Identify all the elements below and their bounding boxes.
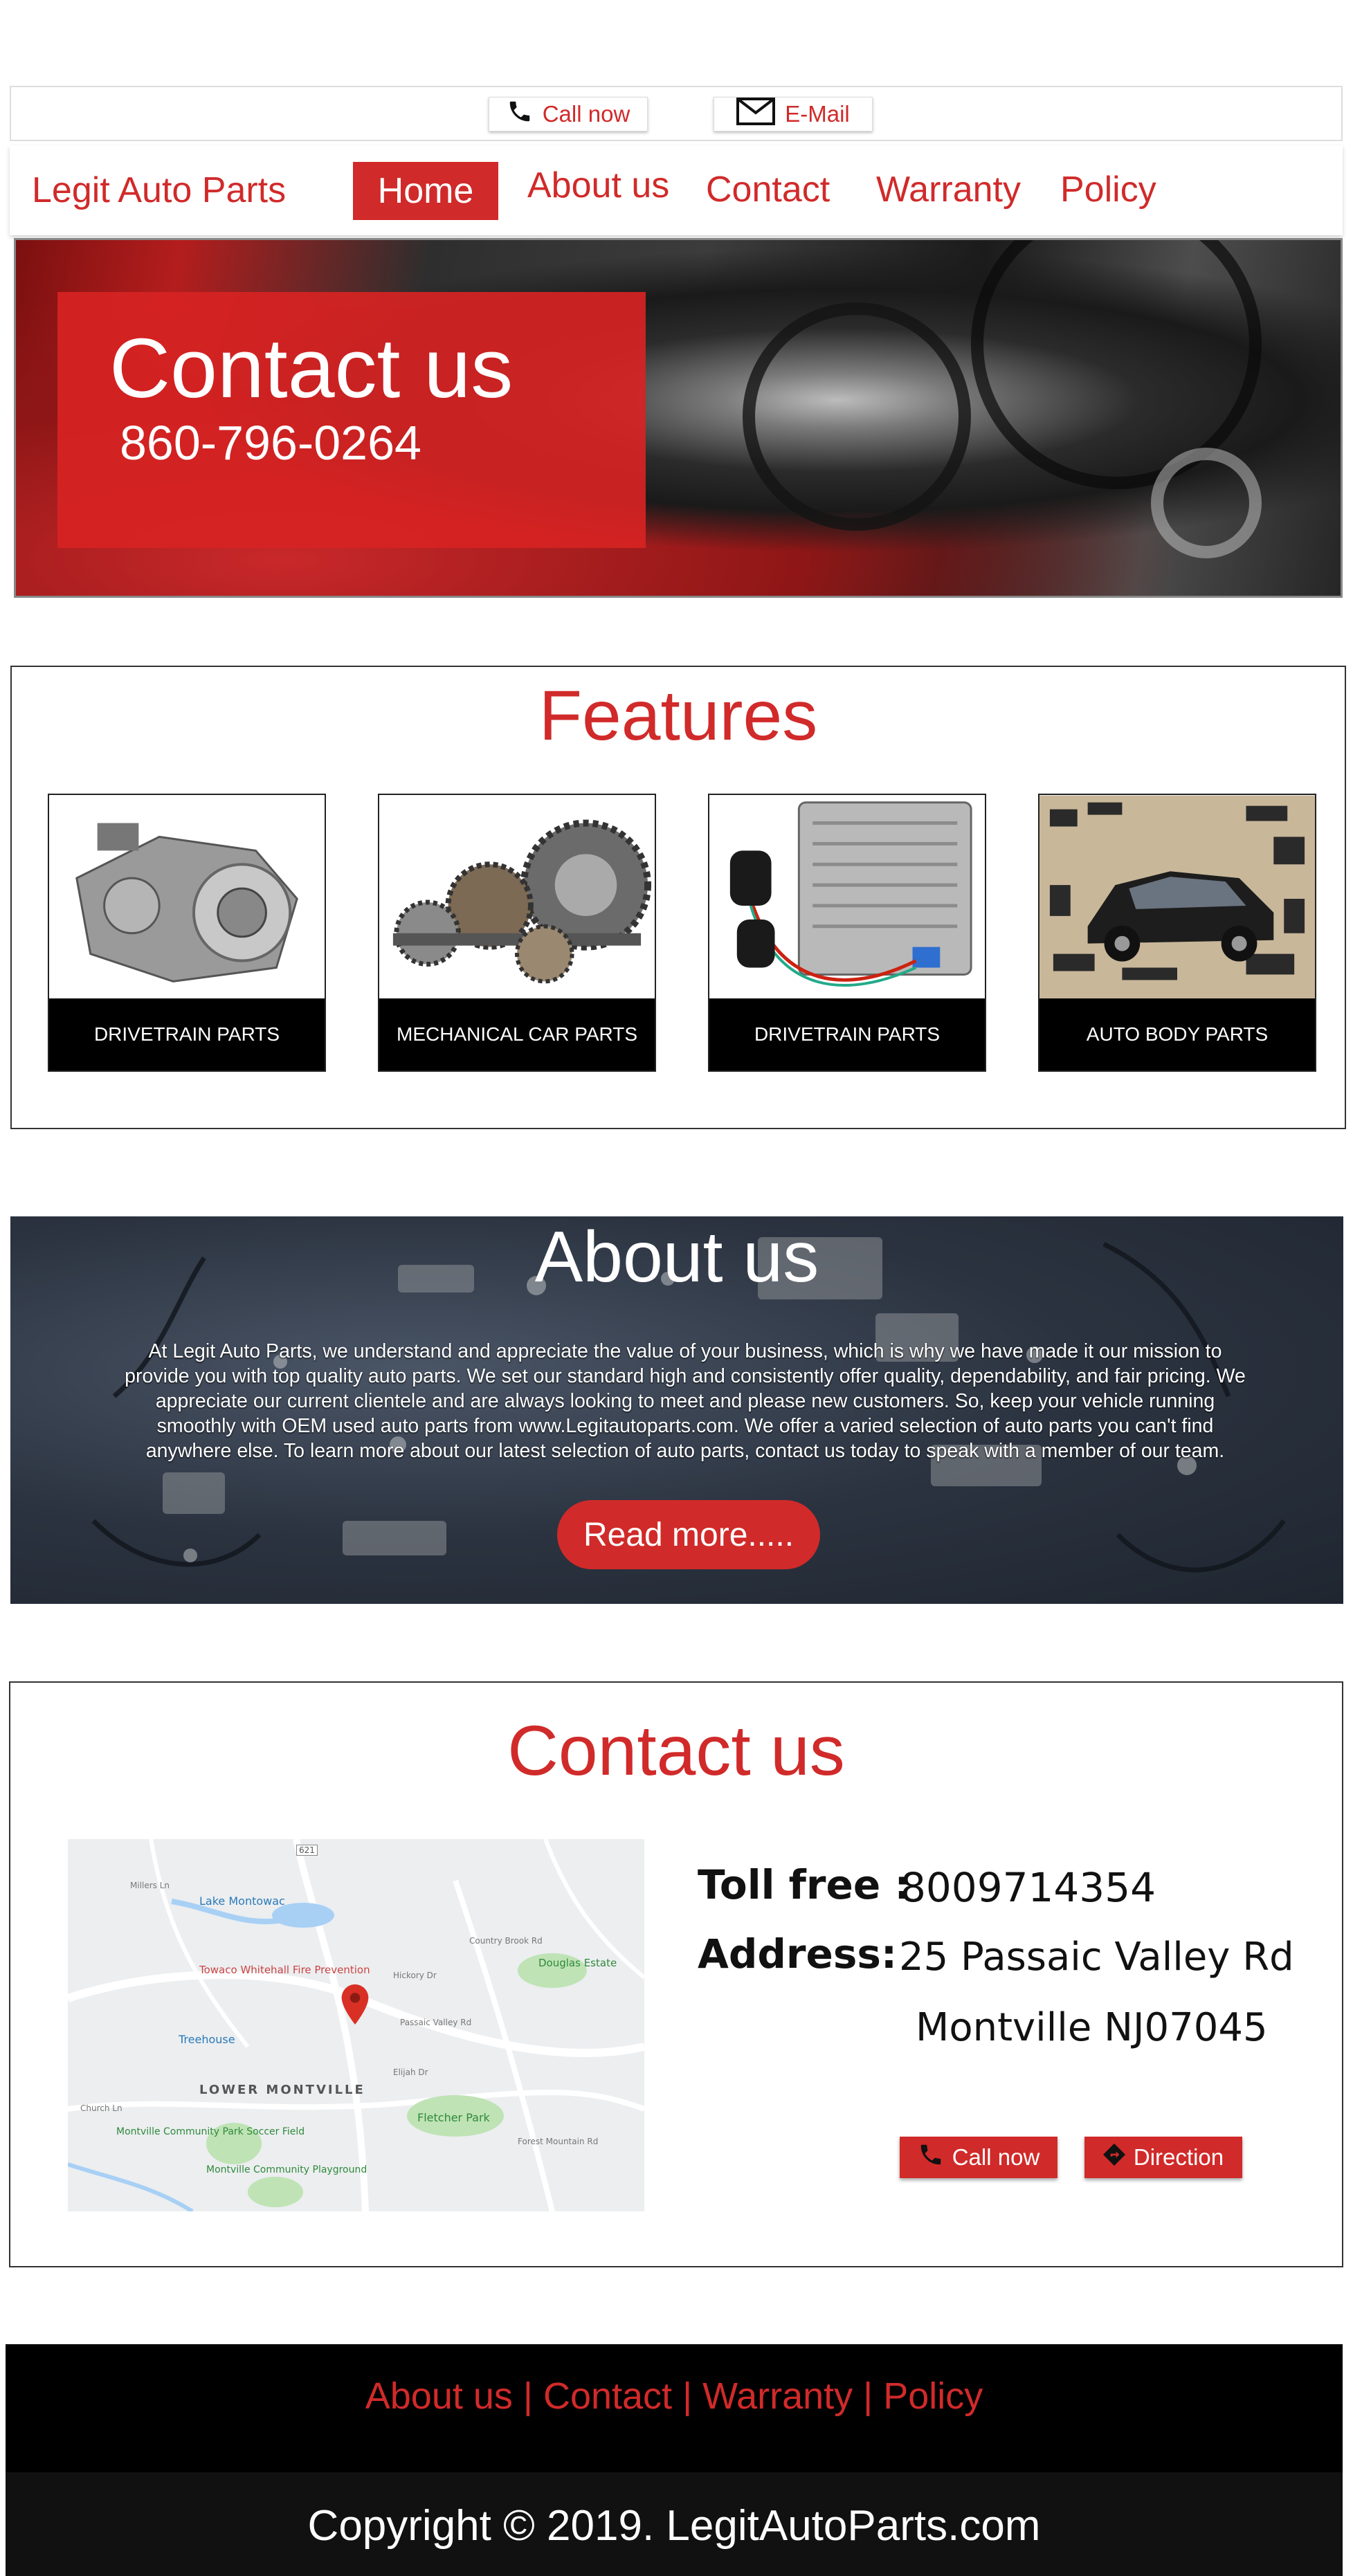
brand-logo-text[interactable]: Legit Auto Parts: [32, 170, 286, 211]
hero-phone[interactable]: 860-796-0264: [120, 415, 421, 471]
map-label-treehouse: Treehouse: [179, 2033, 235, 2046]
map-road-label: Church Ln: [80, 2103, 122, 2113]
contact-title: Contact us: [507, 1711, 845, 1790]
footer-link-policy[interactable]: Policy: [883, 2375, 983, 2417]
nav-item-warranty[interactable]: Warranty: [876, 169, 1021, 210]
map-label-fire-station: Towaco Whitehall Fire Prevention: [199, 1964, 370, 1976]
address-line-1: 25 Passaic Valley Rd: [899, 1935, 1294, 1980]
footer-link-contact[interactable]: Contact: [543, 2375, 672, 2417]
engine-part-shape: [743, 302, 971, 531]
footer-separator: |: [672, 2375, 703, 2417]
ignition-module-image: [709, 795, 985, 1001]
phone-icon: [918, 2141, 944, 2173]
top-call-label: Call now: [542, 101, 630, 127]
contact-call-button[interactable]: Call now: [900, 2137, 1057, 2178]
direction-sign-icon: [1102, 2143, 1125, 2171]
map-road-label: Elijah Dr: [393, 2067, 428, 2077]
features-title: Features: [538, 676, 818, 755]
transmission-image: [49, 795, 325, 1001]
hero-banner: Contact us 860-796-0264: [14, 238, 1343, 598]
map-road-label: Forest Mountain Rd: [518, 2137, 599, 2146]
radiator-cap-shape: [1151, 448, 1262, 558]
direction-button[interactable]: Direction: [1084, 2137, 1242, 2178]
footer-separator: |: [853, 2375, 884, 2417]
feature-card[interactable]: DRIVETRAIN PARTS: [48, 794, 326, 1072]
map-road-label: Hickory Dr: [393, 1971, 437, 1980]
nav-item-policy[interactable]: Policy: [1060, 169, 1156, 210]
direction-label: Direction: [1133, 2144, 1224, 2170]
address-line-2: Montville NJ07045: [916, 2005, 1268, 2050]
gears-image: [379, 795, 655, 1001]
features-section: Features DRIVETRAIN PARTS MECHANICAL CAR…: [10, 666, 1346, 1129]
footer-separator: |: [512, 2375, 543, 2417]
footer-copyright-bar: Copyright © 2019. LegitAutoParts.com: [6, 2472, 1343, 2576]
nav-item-contact[interactable]: Contact: [706, 169, 830, 210]
footer-links-bar: About us | Contact | Warranty | Policy: [6, 2344, 1343, 2472]
main-navigation: Legit Auto Parts Home About us Contact W…: [10, 145, 1343, 235]
route-badge: 621: [296, 1845, 318, 1856]
read-more-button[interactable]: Read more.....: [557, 1500, 820, 1569]
location-map[interactable]: Lake Montowac Towaco Whitehall Fire Prev…: [68, 1839, 644, 2211]
map-label-soccer-field: Montville Community Park Soccer Field: [116, 2126, 305, 2137]
feature-caption: AUTO BODY PARTS: [1039, 998, 1315, 1070]
contact-section: Contact us Lake Montowac Towaco Whitehal…: [9, 1681, 1343, 2267]
map-label-playground: Montville Community Playground: [206, 2164, 367, 2175]
footer-link-warranty[interactable]: Warranty: [702, 2375, 853, 2417]
toll-free-number[interactable]: 8009714354: [900, 1864, 1156, 1911]
map-road-label: Millers Ln: [130, 1881, 170, 1890]
map-road-label: Passaic Valley Rd: [400, 2018, 472, 2027]
address-label: Address:: [698, 1930, 898, 1977]
toll-free-label: Toll free :: [698, 1861, 911, 1908]
map-road-label: Country Brook Rd: [469, 1936, 543, 1946]
feature-caption: DRIVETRAIN PARTS: [49, 998, 325, 1070]
copyright-text: Copyright © 2019. LegitAutoParts.com: [307, 2502, 1041, 2550]
map-label-area: LOWER MONTVILLE: [199, 2083, 365, 2097]
map-label-lake: Lake Montowac: [199, 1894, 285, 1908]
contact-call-label: Call now: [952, 2144, 1040, 2170]
top-contact-bar: Call now E-Mail: [10, 86, 1343, 141]
footer-link-about[interactable]: About us: [365, 2375, 513, 2417]
footer-links: About us | Contact | Warranty | Policy: [6, 2375, 1343, 2418]
envelope-icon: [736, 98, 776, 131]
nav-item-about[interactable]: About us: [527, 165, 669, 206]
top-email-label: E-Mail: [785, 101, 850, 127]
top-call-button[interactable]: Call now: [489, 97, 648, 131]
map-pin-icon[interactable]: [341, 1984, 369, 2028]
feature-card[interactable]: MECHANICAL CAR PARTS: [378, 794, 656, 1072]
top-email-button[interactable]: E-Mail: [714, 97, 873, 131]
about-section: About us At Legit Auto Parts, we underst…: [10, 1216, 1343, 1604]
about-description: At Legit Auto Parts, we understand and a…: [125, 1340, 1246, 1462]
phone-icon: [507, 98, 533, 130]
car-body-parts-image: [1039, 795, 1315, 1001]
about-title: About us: [534, 1217, 819, 1297]
map-label-park: Fletcher Park: [417, 2111, 490, 2124]
feature-caption: DRIVETRAIN PARTS: [709, 998, 985, 1070]
feature-caption: MECHANICAL CAR PARTS: [379, 998, 655, 1070]
feature-card[interactable]: AUTO BODY PARTS: [1038, 794, 1316, 1072]
hero-caption-box: Contact us 860-796-0264: [57, 292, 646, 548]
nav-item-home[interactable]: Home: [353, 162, 498, 220]
feature-card[interactable]: DRIVETRAIN PARTS: [708, 794, 986, 1072]
hero-title: Contact us: [109, 321, 514, 415]
map-label-estate: Douglas Estate: [538, 1957, 617, 1969]
